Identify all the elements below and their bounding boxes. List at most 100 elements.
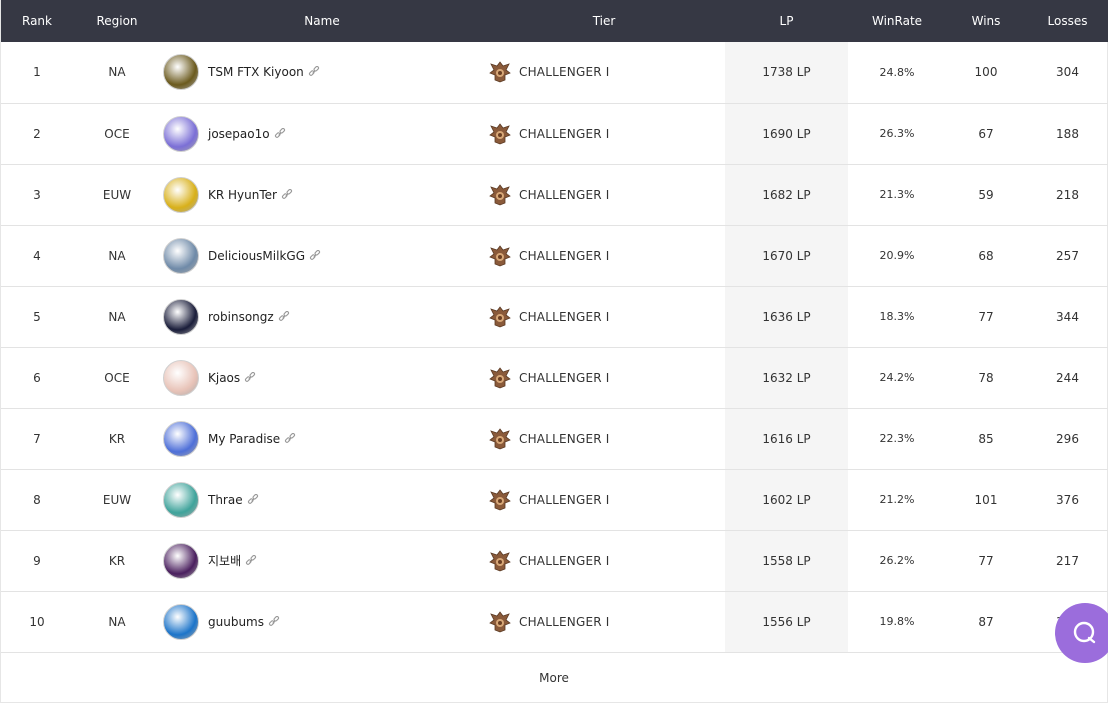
region-cell: EUW [102, 187, 132, 202]
avatar[interactable] [163, 420, 199, 457]
challenger-emblem-icon [489, 305, 511, 328]
link-icon[interactable] [245, 554, 257, 567]
region-cell: NA [108, 65, 126, 80]
table-body: 1 NA TSM FTX Kiyoon CHALLENGER I 1738 LP 24.8… [1, 42, 1108, 652]
region-cell: EUW [102, 492, 132, 507]
tier-label: CHALLENGER I [519, 431, 610, 446]
tier-info: CHALLENGER I [483, 610, 725, 633]
tier-info: CHALLENGER I [483, 122, 725, 145]
name-cell: KR HyunTer [161, 164, 483, 225]
tier-cell: CHALLENGER I [483, 591, 725, 652]
tier-info: CHALLENGER I [483, 427, 725, 450]
region-cell: OCE [104, 126, 130, 141]
tier-info: CHALLENGER I [483, 183, 725, 206]
link-icon[interactable] [278, 310, 290, 323]
tier-label: CHALLENGER I [519, 309, 610, 324]
column-header-name[interactable]: Name [161, 0, 483, 42]
table-row[interactable]: 8 EUW Thrae CHALLENGER I 1602 LP 21.2% 101 376 [1, 469, 1108, 530]
name-cell: robinsongz [161, 286, 483, 347]
table-row[interactable]: 1 NA TSM FTX Kiyoon CHALLENGER I 1738 LP 24.8… [1, 42, 1108, 103]
wins-cell: 59 [978, 187, 994, 202]
tier-label: CHALLENGER I [519, 248, 610, 263]
link-icon[interactable] [244, 371, 256, 384]
summoner-name-link[interactable]: Thrae [208, 493, 243, 507]
challenger-emblem-icon [489, 244, 511, 267]
link-icon[interactable] [268, 615, 280, 628]
losses-cell: 218 [1056, 187, 1079, 202]
losses-cell: 376 [1056, 492, 1079, 507]
summoner-name-link[interactable]: josepao1o [208, 127, 270, 141]
avatar[interactable] [163, 115, 199, 152]
losses-cell: 344 [1056, 309, 1079, 324]
column-header-region[interactable]: Region [73, 0, 161, 42]
link-icon[interactable] [274, 127, 286, 140]
table-row[interactable]: 3 EUW KR HyunTer CHALLENGER I 1682 LP 21.3% 59… [1, 164, 1108, 225]
region-cell: NA [108, 309, 126, 324]
column-header-rank[interactable]: Rank [1, 0, 73, 42]
summoner-name-link[interactable]: Kjaos [208, 371, 240, 385]
link-icon[interactable] [308, 66, 320, 78]
table-row[interactable]: 9 KR 지보배 CHALLENGER I 1558 LP 26.2% 77 217 [1, 530, 1108, 591]
rank-cell: 8 [33, 492, 41, 507]
challenger-emblem-icon [489, 122, 511, 145]
avatar[interactable] [163, 481, 199, 518]
tier-cell: CHALLENGER I [483, 408, 725, 469]
lp-cell: 1690 LP [725, 103, 848, 164]
chat-button[interactable] [1055, 603, 1108, 663]
column-header-wins[interactable]: Wins [946, 0, 1026, 42]
summoner-info: TSM FTX Kiyoon [161, 54, 483, 91]
summoner-name-link[interactable]: guubums [208, 615, 264, 629]
challenger-emblem-icon [489, 61, 511, 83]
summoner-name-link[interactable]: TSM FTX Kiyoon [208, 65, 304, 79]
region-cell: NA [108, 614, 126, 629]
avatar[interactable] [163, 298, 199, 335]
summoner-name-link[interactable]: My Paradise [208, 432, 280, 446]
link-icon[interactable] [284, 432, 296, 445]
avatar[interactable] [163, 176, 199, 213]
summoner-info: KR HyunTer [161, 176, 483, 213]
more-button[interactable]: More [1, 653, 1107, 703]
tier-label: CHALLENGER I [519, 187, 610, 202]
winrate-cell: 20.9% [879, 249, 915, 262]
winrate-cell: 21.3% [879, 188, 915, 201]
summoner-info: Kjaos [161, 359, 483, 396]
column-header-losses[interactable]: Losses [1026, 0, 1108, 42]
column-header-tier[interactable]: Tier [483, 0, 725, 42]
wins-cell: 87 [978, 614, 994, 629]
tier-info: CHALLENGER I [483, 61, 725, 83]
table-row[interactable]: 4 NA DeliciousMilkGG CHALLENGER I 1670 LP 20.… [1, 225, 1108, 286]
table-row[interactable]: 2 OCE josepao1o CHALLENGER I 1690 LP 26.3% 67 1… [1, 103, 1108, 164]
table-row[interactable]: 7 KR My Paradise CHALLENGER I 1616 LP 22.3% 85… [1, 408, 1108, 469]
column-header-winrate[interactable]: WinRate [848, 0, 946, 42]
tier-label: CHALLENGER I [519, 370, 610, 385]
avatar[interactable] [163, 54, 199, 91]
avatar[interactable] [163, 542, 199, 579]
summoner-info: DeliciousMilkGG [161, 237, 483, 274]
tier-info: CHALLENGER I [483, 488, 725, 511]
avatar[interactable] [163, 603, 199, 640]
column-header-lp[interactable]: LP [725, 0, 848, 42]
summoner-name-link[interactable]: robinsongz [208, 310, 274, 324]
avatar[interactable] [163, 359, 199, 396]
summoner-name-link[interactable]: DeliciousMilkGG [208, 249, 305, 263]
lp-cell: 1636 LP [725, 286, 848, 347]
summoner-name-link[interactable]: KR HyunTer [208, 188, 277, 202]
link-icon[interactable] [247, 493, 259, 506]
summoner-name-link[interactable]: 지보배 [208, 552, 241, 569]
rank-cell: 7 [33, 431, 41, 446]
table-row[interactable]: 10NAguubumsCHALLENGER I1556 LP19.8%87353 [1, 591, 1108, 652]
ranking-table: Rank Region Name Tier LP WinRate Wins Lo… [1, 0, 1108, 653]
challenger-emblem-icon [489, 183, 511, 206]
link-icon[interactable] [309, 249, 321, 262]
link-icon[interactable] [281, 188, 293, 201]
challenger-emblem-icon [489, 366, 511, 389]
wins-cell: 67 [978, 126, 994, 141]
table-row[interactable]: 6 OCE Kjaos CHALLENGER I 1632 LP 24.2% 78 244 [1, 347, 1108, 408]
chat-bubble-icon [1073, 621, 1096, 644]
summoner-info: Thrae [161, 481, 483, 518]
rank-cell: 6 [33, 370, 41, 385]
tier-cell: CHALLENGER I [483, 164, 725, 225]
table-row[interactable]: 5 NA robinsongz CHALLENGER I 1636 LP 18.3% 77 3… [1, 286, 1108, 347]
name-cell: Thrae [161, 469, 483, 530]
avatar[interactable] [163, 237, 199, 274]
